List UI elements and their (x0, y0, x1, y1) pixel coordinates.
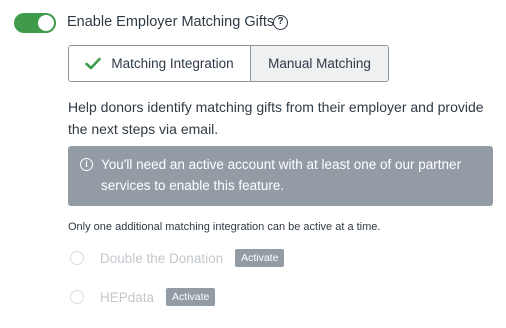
toggle-label: Enable Employer Matching Gifts (67, 14, 275, 30)
activate-button[interactable]: Activate (235, 249, 285, 267)
alert-text: You'll need an active account with at le… (101, 157, 462, 193)
integration-limit-note: Only one additional matching integration… (68, 221, 381, 233)
partner-account-alert: i You'll need an active account with at … (68, 146, 493, 206)
tab-label: Matching Integration (111, 56, 234, 71)
info-circle-icon: i (80, 158, 93, 171)
tab-manual-matching[interactable]: Manual Matching (251, 46, 388, 81)
integration-name: HEPdata (100, 289, 155, 305)
question-circle-icon[interactable]: ? (273, 15, 288, 30)
matching-toggle-row: Enable Employer Matching Gifts ? (14, 12, 288, 34)
integration-option-double-the-donation: Double the Donation Activate (68, 248, 285, 268)
integration-option-hepdata: HEPdata Activate (68, 287, 216, 307)
activate-button[interactable]: Activate (166, 288, 216, 306)
matching-description: Help donors identify matching gifts from… (68, 99, 484, 137)
integration-radio[interactable] (70, 290, 84, 304)
tab-matching-integration[interactable]: Matching Integration (69, 46, 251, 81)
matching-mode-tabs: Matching Integration Manual Matching (68, 45, 389, 82)
enable-matching-toggle[interactable] (14, 13, 56, 33)
check-icon (85, 57, 102, 70)
integration-radio[interactable] (70, 251, 84, 265)
integration-name: Double the Donation (100, 250, 224, 266)
toggle-knob (38, 15, 54, 31)
tab-label: Manual Matching (268, 56, 371, 71)
